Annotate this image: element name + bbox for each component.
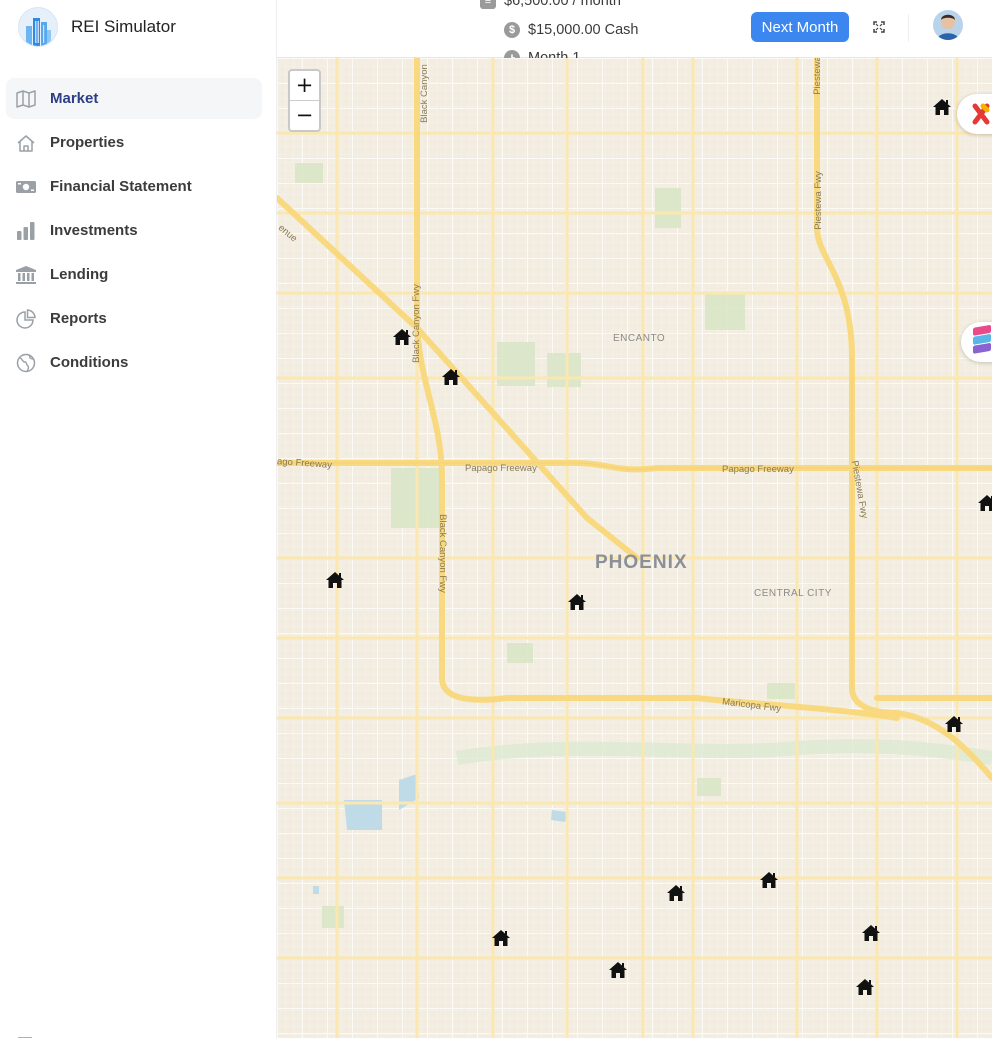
house-marker-icon[interactable] [441,368,461,386]
money-icon [15,176,37,198]
zoom-in-button[interactable]: + [290,71,319,101]
sidebar-item-label: Investments [50,222,138,239]
cash-stat: $ $15,000.00 Cash [504,22,638,38]
road-label: Black Canyon Fwy [410,284,422,363]
road-label: Black Canyon Fwy [436,514,448,593]
sidebar-item-reports[interactable]: Reports [6,298,262,339]
app-logo-icon [18,7,58,47]
sidebar-item-investments[interactable]: Investments [6,210,262,251]
sidebar-item-label: Properties [50,134,125,151]
brand[interactable]: REI Simulator [18,7,176,47]
globe-icon [15,352,37,374]
market-map[interactable]: PHOENIX ENCANTO CENTRAL CITY Papago Free… [277,58,992,1038]
cash-value: $15,000.00 Cash [528,22,639,38]
next-month-button[interactable]: Next Month [751,12,849,42]
fullscreen-icon[interactable] [869,17,889,37]
neighborhood-label: CENTRAL CITY [754,588,832,599]
neighborhood-label: ENCANTO [613,333,666,344]
sidebar-item-label: Market [50,90,99,107]
zoom-control: + − [288,69,321,132]
close-tab-icon[interactable] [957,94,992,134]
city-label: PHOENIX [595,552,688,573]
app-name: REI Simulator [71,17,176,36]
house-marker-icon[interactable] [861,924,881,942]
road-label: Papago Freeway [465,463,537,474]
house-marker-icon[interactable] [491,929,511,947]
sidebar-item-conditions[interactable]: Conditions [6,342,262,383]
sidebar-item-label: Reports [50,310,107,327]
map-base [277,58,992,1038]
pie-chart-icon [15,308,37,330]
sidebar-item-market[interactable]: Market [6,78,262,119]
coins-icon: ≡ [480,0,496,9]
sidebar: REI Simulator Market Properties Financia… [0,0,277,1038]
road-label: Papago Freeway [722,464,794,475]
house-marker-icon[interactable] [567,593,587,611]
house-marker-icon[interactable] [392,328,412,346]
house-marker-icon[interactable] [944,715,964,733]
sidebar-item-label: Lending [50,266,109,283]
sidebar-footer[interactable] [18,1028,98,1038]
house-marker-icon[interactable] [977,494,992,512]
user-avatar[interactable] [933,10,963,40]
sidebar-nav: Market Properties Financial Statement In… [6,78,262,386]
sidebar-item-lending[interactable]: Lending [6,254,262,295]
dollar-icon: $ [504,22,520,38]
road-label: Black Canyon [418,64,430,123]
app-tab-icon[interactable] [961,322,992,362]
house-marker-icon[interactable] [666,884,686,902]
house-marker-icon[interactable] [608,961,628,979]
house-marker-icon[interactable] [325,571,345,589]
road-label: Piestewa [811,58,823,95]
bank-icon [15,264,37,286]
topbar: ≡ $6,500.00 / month $ $15,000.00 Cash Mo… [277,0,992,66]
house-outline-icon [15,132,37,154]
house-marker-icon[interactable] [759,871,779,889]
sidebar-item-properties[interactable]: Properties [6,122,262,163]
income-stat: ≡ $6,500.00 / month [480,0,621,9]
house-marker-icon[interactable] [932,98,952,116]
topbar-divider [908,14,909,42]
bar-chart-icon [15,220,37,242]
sidebar-item-financial-statement[interactable]: Financial Statement [6,166,262,207]
map-icon [15,88,37,110]
sidebar-item-label: Conditions [50,354,129,371]
road-label: Piestewa Fwy [812,171,824,230]
house-marker-icon[interactable] [855,978,875,996]
sidebar-item-label: Financial Statement [50,178,192,195]
zoom-out-button[interactable]: − [290,101,319,131]
income-value: $6,500.00 / month [504,0,621,9]
